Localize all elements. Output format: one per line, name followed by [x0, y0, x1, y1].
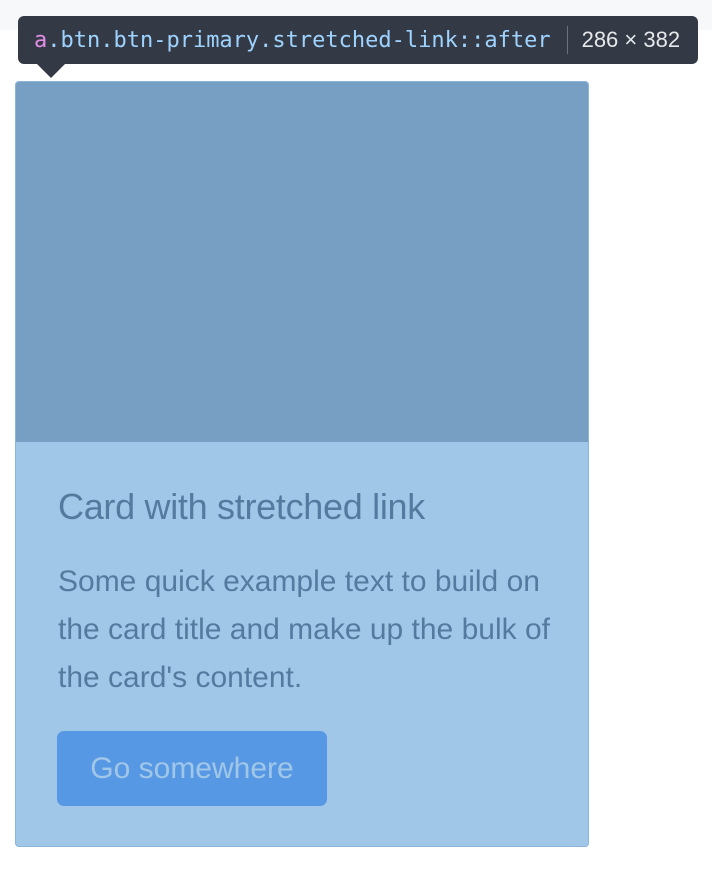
card-text: Some quick example text to build on the … [58, 565, 550, 694]
tooltip-element-size: 286 × 382 [581, 27, 681, 52]
go-somewhere-button[interactable]: Go somewhere [57, 731, 327, 806]
page: Card with stretched link Some quick exam… [0, 0, 712, 870]
card-image-placeholder [16, 82, 588, 442]
card[interactable]: Card with stretched link Some quick exam… [15, 81, 589, 847]
inspector-tooltip: a .btn.btn-primary.stretched-link::after … [18, 16, 698, 64]
tooltip-tag-name: a [34, 27, 48, 53]
card-title: Card with stretched link [58, 486, 425, 527]
tooltip-arrow-icon [36, 63, 66, 78]
card-body: Card with stretched link Some quick exam… [16, 442, 588, 846]
tooltip-class-list: .btn.btn-primary.stretched-link::after [47, 27, 551, 53]
tooltip-divider [566, 26, 568, 54]
